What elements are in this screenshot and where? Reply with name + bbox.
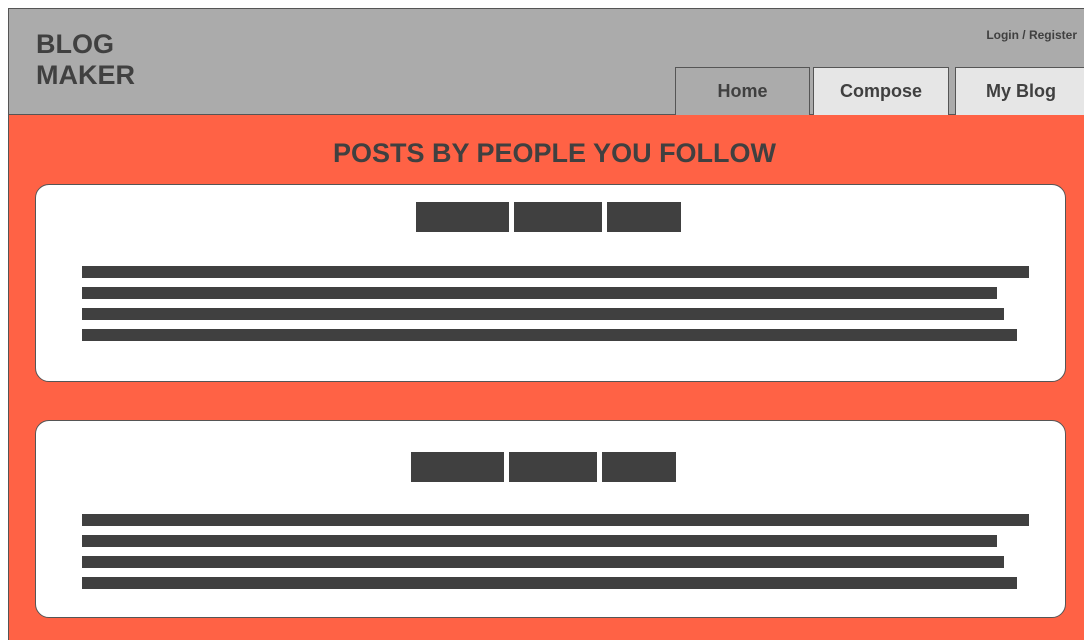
post-title-placeholder[interactable] <box>411 452 676 482</box>
logo-line-1: BLOG <box>36 29 114 59</box>
body-text-placeholder-line <box>82 535 997 547</box>
post-card[interactable] <box>35 184 1066 382</box>
site-logo[interactable]: BLOG MAKER <box>36 29 196 91</box>
body-text-placeholder-line <box>82 514 1029 526</box>
body-text-placeholder-line <box>82 287 997 299</box>
body-text-placeholder-line <box>82 266 1029 278</box>
login-register-link[interactable]: Login / Register <box>986 28 1077 42</box>
title-word-placeholder <box>607 202 681 232</box>
tab-my-blog-label: My Blog <box>986 81 1056 101</box>
post-title-placeholder[interactable] <box>416 202 681 232</box>
tab-compose[interactable]: Compose <box>813 67 949 115</box>
tab-compose-label: Compose <box>839 81 922 101</box>
body-text-placeholder-line <box>82 556 1004 568</box>
body-text-placeholder-line <box>82 329 1017 341</box>
tab-home[interactable]: Home <box>675 67 810 115</box>
site-header: BLOG MAKER Login / Register Home Compose… <box>9 9 1084 115</box>
body-text-placeholder-line <box>82 577 1017 589</box>
page-title: POSTS BY PEOPLE YOU FOLLOW <box>332 138 777 168</box>
title-word-placeholder <box>509 452 597 482</box>
title-word-placeholder <box>514 202 602 232</box>
logo-line-2: MAKER <box>36 60 135 90</box>
title-word-placeholder <box>411 452 504 482</box>
tab-my-blog[interactable]: My Blog <box>955 67 1084 115</box>
title-word-placeholder <box>416 202 509 232</box>
post-card[interactable] <box>35 420 1066 618</box>
main-content: POSTS BY PEOPLE YOU FOLLOW <box>9 115 1084 640</box>
app-frame: BLOG MAKER Login / Register Home Compose… <box>8 8 1084 640</box>
tab-home-label: Home <box>717 81 768 101</box>
body-text-placeholder-line <box>82 308 1004 320</box>
title-word-placeholder <box>602 452 676 482</box>
